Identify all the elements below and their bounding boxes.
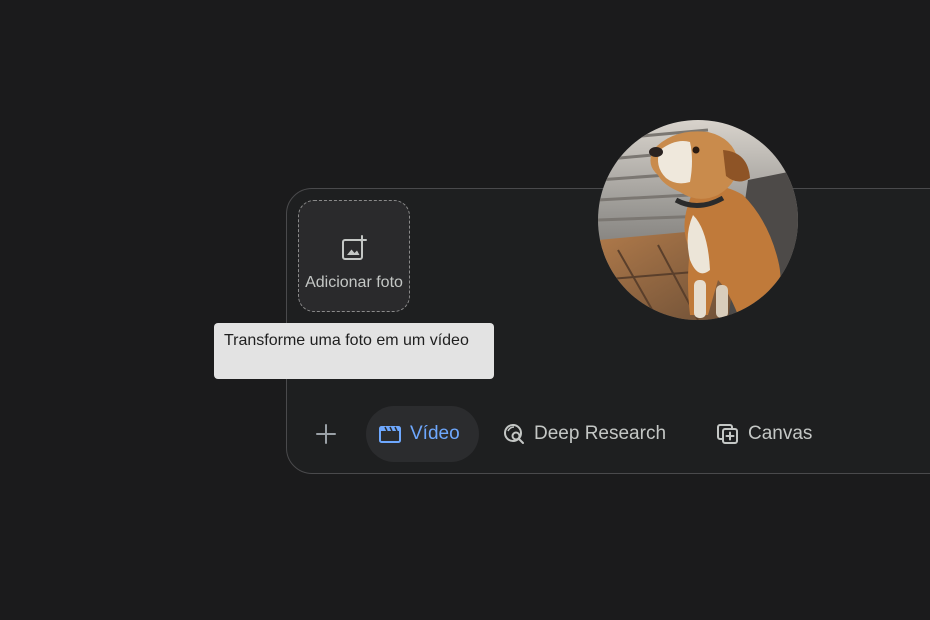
video-tool-chip[interactable]: Vídeo	[366, 406, 479, 462]
tooltip: Transforme uma foto em um vídeo	[214, 323, 494, 379]
deep-research-label: Deep Research	[534, 423, 667, 444]
canvas-chip[interactable]: Canvas	[716, 406, 812, 462]
video-tool-label: Vídeo	[410, 423, 460, 444]
clapperboard-icon	[379, 426, 401, 443]
add-photo-label: Adicionar foto	[305, 274, 403, 291]
dog-photo	[598, 120, 798, 320]
add-photo-button[interactable]: Adicionar foto	[298, 200, 410, 312]
canvas-icon	[717, 424, 738, 444]
dog-photo-avatar[interactable]	[598, 120, 798, 320]
add-image-icon	[342, 235, 367, 260]
page: Adicionar foto eo Transforme uma foto em…	[0, 0, 930, 620]
plus-icon	[316, 424, 336, 444]
research-icon	[504, 424, 524, 444]
add-button[interactable]	[308, 416, 344, 452]
canvas-label: Canvas	[748, 423, 813, 444]
deep-research-chip[interactable]: Deep Research	[502, 406, 666, 462]
